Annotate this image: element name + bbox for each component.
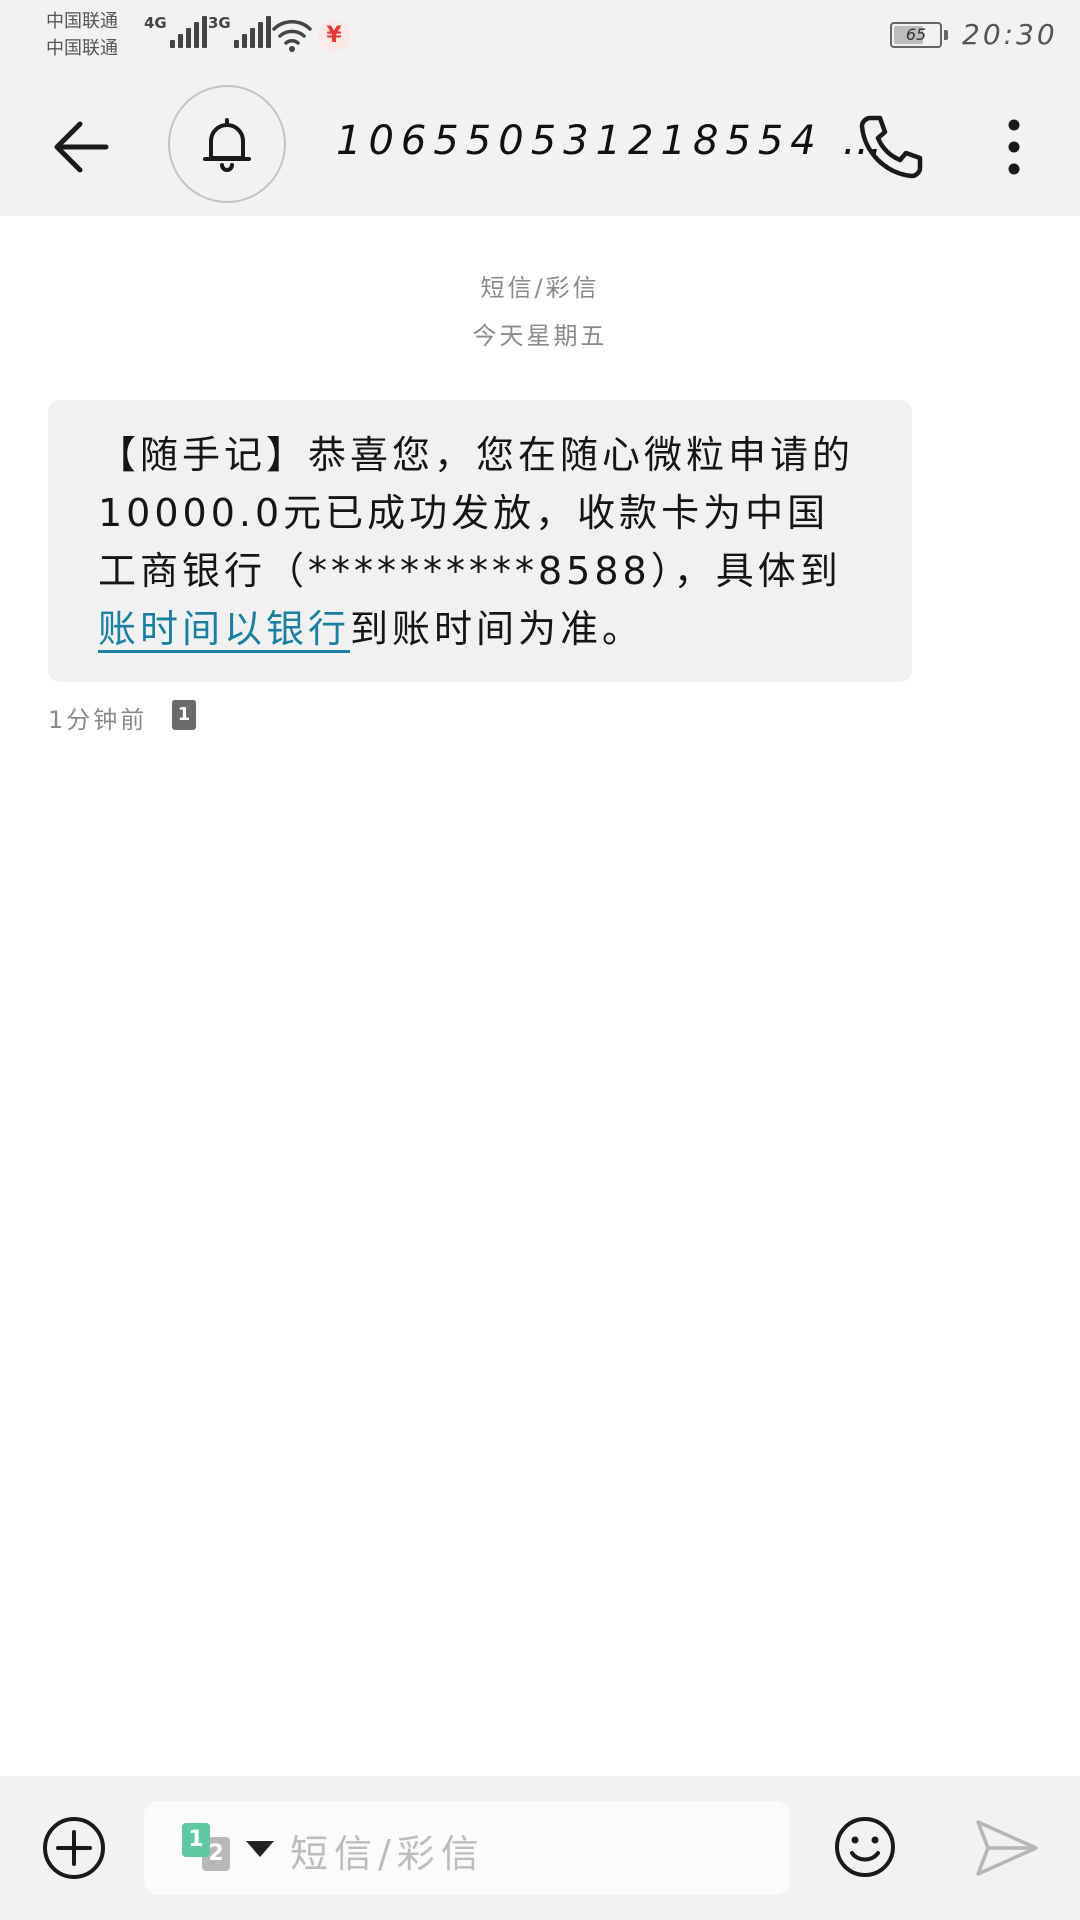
network-4g-label: 4G: [144, 14, 167, 32]
contact-number[interactable]: 1065505312185​54 …: [336, 118, 889, 164]
message-timestamp: 1分钟前: [48, 706, 148, 734]
sim-card-badge: 1: [172, 700, 196, 730]
message-composer: 2 1 短信/彩信: [0, 1776, 1080, 1920]
back-button[interactable]: [44, 108, 122, 186]
phone-icon: [859, 115, 923, 179]
battery-icon: 65: [890, 22, 948, 48]
message-input-placeholder: 短信/彩信: [290, 1832, 485, 1876]
chevron-down-icon: [246, 1841, 274, 1857]
signal-3g-icon: 3G: [208, 14, 274, 48]
message-body-tail: 到账时间为准。: [350, 607, 645, 651]
signal-4g-icon: 4G: [144, 14, 210, 48]
more-vertical-icon: [1008, 119, 1020, 175]
status-bar: 中国联通 中国联通 4G 3G ¥ 65 20:30: [0, 0, 1080, 72]
notification-button[interactable]: [168, 85, 286, 203]
smiley-icon: [835, 1817, 895, 1877]
date-label: 今天星期五: [472, 322, 608, 350]
sim-selector[interactable]: 2 1: [182, 1819, 292, 1879]
message-link[interactable]: 账时间以银行: [98, 607, 350, 651]
call-button[interactable]: [852, 108, 930, 186]
send-button[interactable]: [974, 1816, 1040, 1880]
sim-1-icon: 1: [182, 1823, 210, 1857]
battery-level-label: 65: [905, 25, 927, 44]
message-text: 【随手记】恭喜您，您在随心微粒申请的10000.0元已成功发放，收款卡为中国工商…: [98, 426, 868, 658]
message-bubble[interactable]: 【随手记】恭喜您，您在随心微粒申请的10000.0元已成功发放，收款卡为中国工商…: [48, 400, 912, 682]
emoji-button[interactable]: [832, 1814, 898, 1880]
plus-circle-icon: [43, 1817, 105, 1879]
bell-icon: [203, 118, 251, 172]
message-type-label: 短信/彩信: [480, 274, 600, 302]
message-body: 【随手记】恭喜您，您在随心微粒申请的10000.0元已成功发放，收款卡为中国工商…: [98, 433, 855, 593]
send-icon: [976, 1820, 1038, 1876]
add-attachment-button[interactable]: [40, 1814, 108, 1882]
network-3g-label: 3G: [208, 14, 231, 32]
conversation-header: 1065505312185​54 …: [0, 72, 1080, 216]
wifi-icon: [272, 20, 312, 52]
status-clock: 20:30: [962, 18, 1058, 51]
carrier-1-label: 中国联通: [46, 11, 118, 32]
payment-notification-icon: ¥: [318, 20, 350, 52]
carrier-2-label: 中国联通: [46, 38, 118, 59]
message-input[interactable]: 2 1 短信/彩信: [144, 1801, 790, 1895]
arrow-left-icon: [54, 121, 109, 173]
more-options-button[interactable]: [990, 108, 1038, 186]
carrier-labels: 中国联通 中国联通: [46, 8, 118, 62]
